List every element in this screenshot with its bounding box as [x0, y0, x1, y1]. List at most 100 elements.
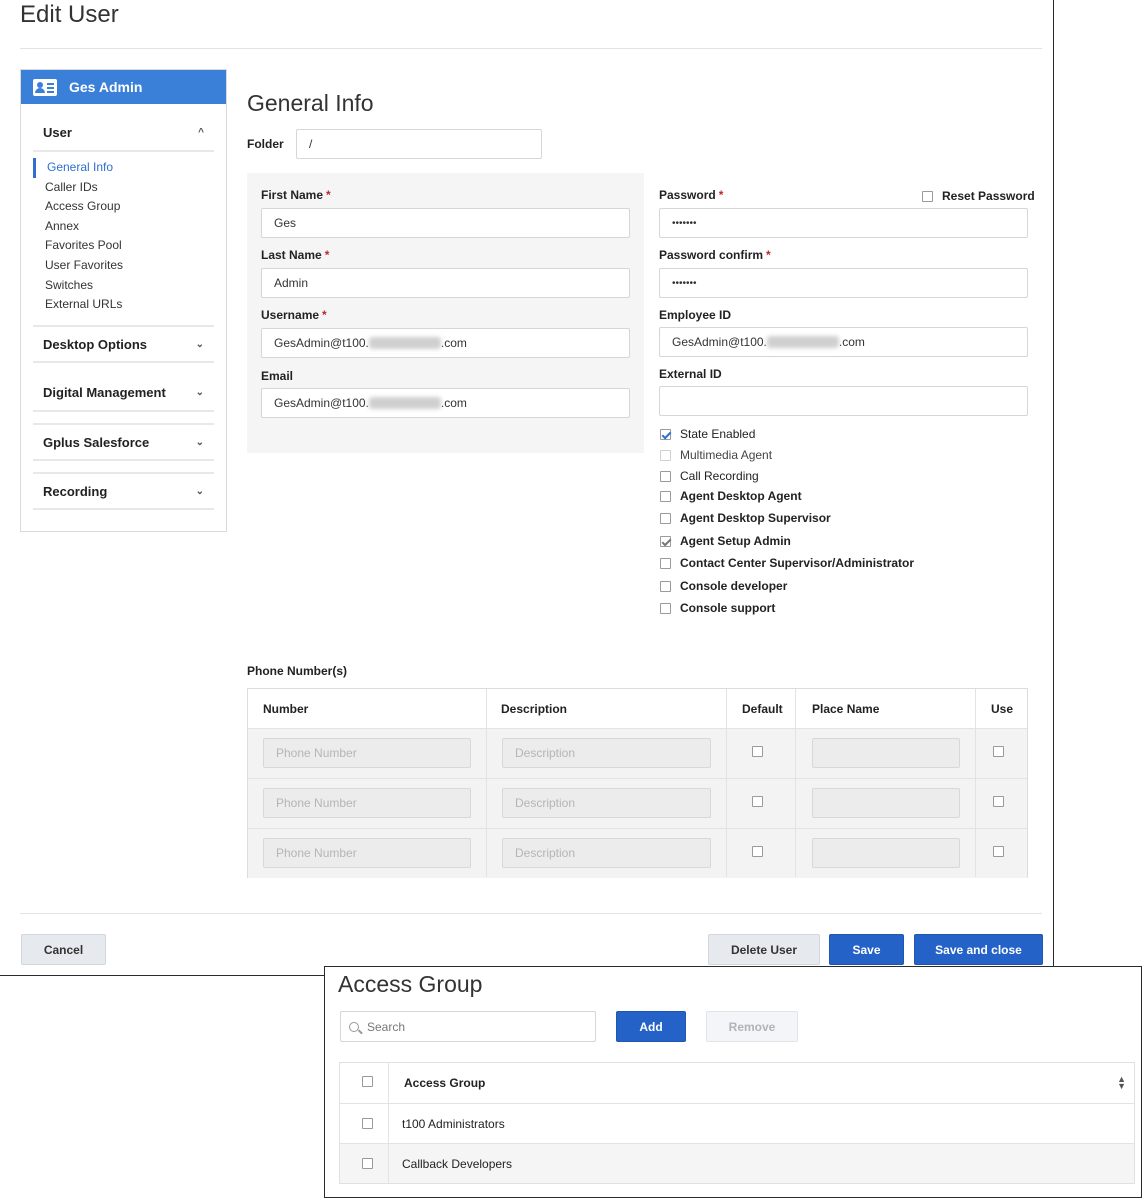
checkbox[interactable] — [660, 557, 671, 569]
sidebar-item-caller-ids[interactable]: Caller IDs — [33, 178, 214, 198]
divider — [388, 1063, 389, 1183]
phone-number-input[interactable]: Phone Number — [263, 788, 471, 818]
checkbox[interactable] — [660, 602, 671, 614]
row-checkbox[interactable] — [362, 1158, 373, 1169]
checkbox[interactable] — [660, 449, 671, 461]
phone-number-input[interactable]: Phone Number — [263, 738, 471, 768]
employee-id-label: Employee ID — [659, 308, 732, 322]
description-input[interactable]: Description — [502, 838, 711, 868]
table-row[interactable]: t100 Administrators — [340, 1103, 1134, 1143]
phone-number-input[interactable]: Phone Number — [263, 838, 471, 868]
reset-password-checkbox[interactable]: Reset Password — [922, 189, 1035, 203]
username-input[interactable]: GesAdmin@t100. .com — [261, 328, 630, 358]
check-agent-setup-admin[interactable]: Agent Setup Admin — [660, 534, 791, 548]
checkbox[interactable] — [660, 470, 671, 482]
place-name-input[interactable] — [812, 838, 960, 868]
access-group-table: Access Group ▲ ▼ t100 Administrators Call… — [339, 1062, 1135, 1184]
employee-id-input[interactable]: GesAdmin@t100. .com — [659, 327, 1028, 357]
external-id-input[interactable] — [659, 386, 1028, 416]
last-name-value: Admin — [274, 276, 309, 290]
add-button[interactable]: Add — [616, 1011, 686, 1042]
default-checkbox[interactable] — [752, 846, 763, 857]
check-agent-desktop-agent[interactable]: Agent Desktop Agent — [660, 489, 802, 503]
sidebar-item-favorites-pool[interactable]: Favorites Pool — [33, 236, 214, 256]
folder-value: / — [309, 137, 313, 151]
table-row: Phone Number Description — [248, 828, 1027, 878]
checkbox[interactable] — [660, 580, 671, 592]
first-name-input[interactable]: Ges — [261, 208, 630, 238]
check-call-recording[interactable]: Call Recording — [660, 469, 759, 483]
external-id-label: External ID — [659, 367, 722, 381]
place-name-input[interactable] — [812, 788, 960, 818]
username-value: GesAdmin@t100. — [274, 336, 369, 350]
check-console-developer[interactable]: Console developer — [660, 579, 787, 593]
table-row: Phone Number Description — [248, 778, 1027, 828]
sidebar-item-user-favorites[interactable]: User Favorites — [33, 256, 214, 276]
divider — [975, 689, 976, 877]
default-checkbox[interactable] — [752, 796, 763, 807]
checkbox[interactable] — [922, 190, 933, 202]
delete-user-button[interactable]: Delete User — [708, 934, 820, 965]
folder-input[interactable]: / — [296, 129, 542, 159]
sidebar-header-label: Ges Admin — [69, 79, 143, 95]
table-row[interactable]: Callback Developers — [340, 1143, 1134, 1183]
contact-card-icon — [33, 78, 57, 96]
phone-numbers-title: Phone Number(s) — [247, 664, 348, 678]
description-input[interactable]: Description — [502, 738, 711, 768]
search-input[interactable]: Search — [340, 1011, 596, 1042]
folder-label: Folder — [247, 137, 284, 151]
default-checkbox[interactable] — [752, 746, 763, 757]
sidebar-item-annex[interactable]: Annex — [33, 217, 214, 237]
select-all-checkbox[interactable] — [362, 1076, 373, 1087]
phone-table: Number Description Default Place Name Us… — [247, 688, 1028, 878]
use-checkbox[interactable] — [993, 796, 1004, 807]
password-label: Password * — [659, 188, 724, 202]
column-header: Description — [501, 702, 568, 716]
sidebar-item-access-group[interactable]: Access Group — [33, 197, 214, 217]
last-name-input[interactable]: Admin — [261, 268, 630, 298]
row-checkbox[interactable] — [362, 1118, 373, 1129]
use-checkbox[interactable] — [993, 846, 1004, 857]
check-console-support[interactable]: Console support — [660, 601, 775, 615]
checkbox-checked[interactable] — [660, 428, 671, 440]
sidebar-section-recording[interactable]: Recording ⌄ — [33, 472, 214, 510]
password-input[interactable]: ••••••• — [659, 208, 1028, 238]
email-input[interactable]: GesAdmin@t100. .com — [261, 388, 630, 418]
sidebar-section-label: Gplus Salesforce — [43, 434, 150, 450]
sidebar-item-general-info[interactable]: General Info — [33, 158, 214, 178]
save-button[interactable]: Save — [829, 934, 904, 965]
remove-button[interactable]: Remove — [706, 1011, 798, 1042]
sidebar-item-switches[interactable]: Switches — [33, 276, 214, 296]
check-agent-desktop-supervisor[interactable]: Agent Desktop Supervisor — [660, 511, 831, 525]
checkbox[interactable] — [660, 490, 671, 502]
chevron-down-icon: ⌄ — [195, 338, 204, 350]
sidebar-nav: General Info Caller IDs Access Group Ann… — [33, 158, 214, 315]
search-icon — [349, 1021, 359, 1032]
check-state-enabled[interactable]: State Enabled — [660, 427, 755, 441]
check-multimedia-agent[interactable]: Multimedia Agent — [660, 448, 772, 462]
cancel-button[interactable]: Cancel — [21, 934, 106, 965]
save-and-close-button[interactable]: Save and close — [914, 934, 1043, 965]
sidebar-section-user[interactable]: User ^ — [33, 114, 214, 152]
sidebar-section-digital-management[interactable]: Digital Management ⌄ — [33, 374, 214, 412]
password-confirm-value: ••••••• — [672, 277, 697, 289]
sidebar-item-external-urls[interactable]: External URLs — [33, 295, 214, 315]
table-header: Access Group ▲ ▼ — [340, 1062, 1134, 1103]
column-header: Place Name — [812, 702, 880, 716]
use-checkbox[interactable] — [993, 746, 1004, 757]
check-contact-center-supervisor[interactable]: Contact Center Supervisor/Administrator — [660, 556, 914, 570]
password-confirm-input[interactable]: ••••••• — [659, 268, 1028, 298]
redacted-blur — [766, 336, 839, 348]
access-group-name: Callback Developers — [402, 1156, 513, 1171]
divider — [486, 689, 487, 877]
first-name-value: Ges — [274, 216, 297, 230]
email-value: GesAdmin@t100. — [274, 396, 369, 410]
checkbox-checked[interactable] — [660, 535, 671, 547]
place-name-input[interactable] — [812, 738, 960, 768]
checkbox[interactable] — [660, 512, 671, 524]
description-input[interactable]: Description — [502, 788, 711, 818]
sidebar-section-gplus-salesforce[interactable]: Gplus Salesforce ⌄ — [33, 423, 214, 461]
first-name-label: First Name * — [261, 188, 331, 202]
sort-icon[interactable]: ▲ ▼ — [1117, 1075, 1126, 1091]
sidebar-section-desktop-options[interactable]: Desktop Options ⌄ — [33, 325, 214, 363]
